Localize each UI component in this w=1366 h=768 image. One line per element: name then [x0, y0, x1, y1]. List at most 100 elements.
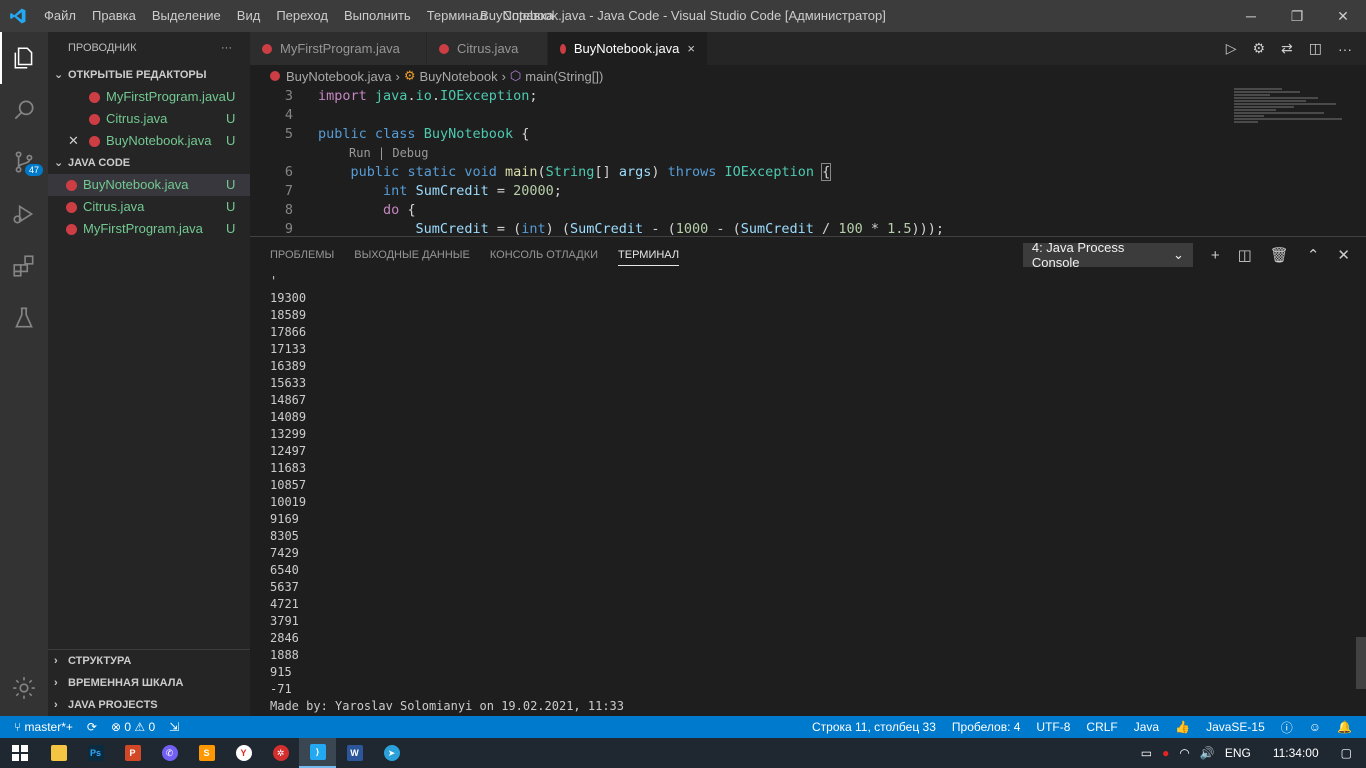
menu-view[interactable]: Вид — [229, 0, 269, 32]
clock[interactable]: 11:34:00 — [1273, 746, 1319, 760]
telegram-icon[interactable]: ➤ — [373, 738, 410, 768]
yandex-browser-icon[interactable]: Y — [225, 738, 262, 768]
minimize-icon[interactable]: ─ — [1228, 0, 1274, 32]
method-icon: ⬡ — [509, 68, 522, 83]
windows-start-icon[interactable] — [0, 738, 40, 768]
tab-debug-console[interactable]: КОНСОЛЬ ОТЛАДКИ — [490, 249, 598, 261]
notifications-icon[interactable]: ▢ — [1341, 746, 1352, 760]
wifi-icon[interactable]: ◠ — [1179, 746, 1189, 760]
breadcrumb-file[interactable]: BuyNotebook.java — [286, 69, 392, 84]
chevron-right-icon: › — [54, 677, 58, 689]
terminal-line: 8305 — [270, 529, 299, 543]
new-terminal-icon[interactable]: + — [1211, 247, 1220, 264]
file-explorer-icon[interactable] — [40, 738, 77, 768]
photoshop-icon[interactable]: Ps — [77, 738, 114, 768]
breadcrumb-method[interactable]: main(String[]) — [525, 69, 603, 84]
maximize-panel-icon[interactable]: ⌃ — [1307, 246, 1320, 264]
code-editor[interactable]: 3 import java.io.IOException; 4 5 public c… — [250, 87, 1366, 236]
menu-terminal[interactable]: Терминал — [419, 0, 495, 32]
tab-output[interactable]: ВЫХОДНЫЕ ДАННЫЕ — [354, 249, 470, 261]
app-red-icon[interactable]: ✲ — [262, 738, 299, 768]
menu-help[interactable]: Справка — [495, 0, 562, 32]
thumbs-up-icon[interactable]: 👍 — [1175, 720, 1190, 734]
tab-citrus[interactable]: Citrus.java — [427, 32, 548, 65]
terminal-scrollbar[interactable] — [1356, 637, 1366, 689]
menu-selection[interactable]: Выделение — [144, 0, 229, 32]
search-icon[interactable] — [0, 84, 48, 136]
terminal-line: 1888 — [270, 648, 299, 662]
folder-header[interactable]: ⌄ JAVA CODE — [48, 152, 250, 174]
trash-icon[interactable]: 🗑 — [1270, 246, 1289, 264]
more-actions-icon[interactable]: ··· — [221, 32, 232, 64]
feedback-icon[interactable]: ☺ — [1309, 720, 1321, 734]
tab-myfirstprogram[interactable]: MyFirstProgram.java — [250, 32, 427, 65]
terminal-select[interactable]: 4: Java Process Console ⌄ — [1022, 240, 1193, 270]
open-editor-item[interactable]: MyFirstProgram.java U — [48, 86, 250, 108]
tab-terminal[interactable]: ТЕРМИНАЛ — [618, 249, 680, 266]
extensions-icon[interactable] — [0, 240, 48, 292]
compare-changes-icon[interactable]: ⇄ — [1281, 40, 1293, 57]
indentation[interactable]: Пробелов: 4 — [952, 720, 1021, 734]
powerpoint-icon[interactable]: P — [114, 738, 151, 768]
panel-actions: 4: Java Process Console ⌄ + ◫ 🗑 ⌃ ✕ — [1022, 240, 1350, 270]
sync-icon[interactable]: ⟳ — [87, 720, 97, 734]
codelens-run-debug[interactable]: Run | Debug — [250, 144, 1366, 163]
menu-run[interactable]: Выполнить — [336, 0, 419, 32]
problems-item[interactable]: ⊗ 0 ⚠ 0 — [111, 720, 155, 734]
breadcrumb-class[interactable]: BuyNotebook — [420, 69, 498, 84]
eol[interactable]: CRLF — [1086, 720, 1117, 734]
close-editor-icon[interactable]: ✕ — [68, 130, 89, 152]
source-control-icon[interactable]: 47 — [0, 136, 48, 188]
file-item[interactable]: MyFirstProgram.java U — [48, 218, 250, 240]
tab-buynotebook[interactable]: BuyNotebook.java × — [548, 32, 708, 65]
outline-section[interactable]: › СТРУКТУРА — [48, 650, 250, 672]
close-window-icon[interactable]: ✕ — [1320, 0, 1366, 32]
git-branch-icon: ⑂ — [14, 720, 25, 734]
encoding[interactable]: UTF-8 — [1036, 720, 1070, 734]
tab-problems[interactable]: ПРОБЛЕМЫ — [270, 249, 334, 261]
terminal-output[interactable]: ' 19300 18589 17866 17133 16389 15633 14867 1408… — [270, 273, 624, 715]
restore-icon[interactable]: ❐ — [1274, 0, 1320, 32]
yandex-tray-icon[interactable]: ● — [1162, 746, 1169, 760]
testing-flask-icon[interactable] — [0, 292, 48, 344]
close-panel-icon[interactable]: ✕ — [1337, 246, 1350, 264]
menu-edit[interactable]: Правка — [84, 0, 144, 32]
menu-file[interactable]: Файл — [36, 0, 84, 32]
chevron-down-icon: ⌄ — [54, 69, 64, 81]
open-editor-item[interactable]: Citrus.java U — [48, 108, 250, 130]
open-editor-item[interactable]: ✕ BuyNotebook.java U — [48, 130, 250, 152]
more-actions-icon[interactable]: ··· — [1338, 41, 1352, 57]
terminal-line: 14867 — [270, 393, 307, 407]
split-editor-icon[interactable]: ◫ — [1309, 40, 1322, 57]
viber-icon[interactable]: ✆ — [151, 738, 188, 768]
open-editors-header[interactable]: ⌄ ОТКРЫТЫЕ РЕДАКТОРЫ — [48, 64, 250, 86]
cursor-position[interactable]: Строка 11, столбец 33 — [812, 720, 936, 734]
language-indicator[interactable]: ENG — [1225, 746, 1251, 760]
bell-icon[interactable]: 🔔 — [1337, 720, 1352, 734]
breadcrumb: BuyNotebook.java › ⚙ BuyNotebook › ⬡ mai… — [250, 65, 1366, 87]
run-icon[interactable]: ▷ — [1226, 40, 1237, 57]
volume-icon[interactable]: 🔊 — [1200, 746, 1215, 760]
settings-gear-icon[interactable] — [0, 662, 48, 714]
tab-close-icon[interactable]: × — [687, 41, 695, 56]
split-terminal-icon[interactable]: ◫ — [1238, 246, 1252, 264]
debug-run-icon[interactable]: ⚙ — [1252, 40, 1265, 57]
branch-item[interactable]: ⑂ master*+ — [14, 720, 73, 734]
language-mode[interactable]: Java — [1134, 720, 1159, 734]
java-projects-section[interactable]: › JAVA PROJECTS — [48, 694, 250, 716]
battery-icon[interactable]: ▭ — [1141, 746, 1152, 760]
jdk-version[interactable]: JavaSE-15 — [1206, 720, 1265, 734]
chevron-right-icon: › — [54, 655, 58, 667]
live-share-icon[interactable]: ⇲ — [169, 720, 179, 734]
file-item[interactable]: BuyNotebook.java U — [48, 174, 250, 196]
file-item[interactable]: Citrus.java U — [48, 196, 250, 218]
timeline-section[interactable]: › ВРЕМЕННАЯ ШКАЛА — [48, 672, 250, 694]
run-debug-icon[interactable] — [0, 188, 48, 240]
sublime-icon[interactable]: S — [188, 738, 225, 768]
vscode-taskbar-icon[interactable]: ⟩ — [299, 738, 336, 768]
info-icon[interactable]: ⓘ — [1281, 719, 1293, 736]
menu-go[interactable]: Переход — [268, 0, 336, 32]
explorer-icon[interactable] — [0, 32, 48, 84]
word-icon[interactable]: W — [336, 738, 373, 768]
minimap[interactable] — [1234, 87, 1354, 147]
